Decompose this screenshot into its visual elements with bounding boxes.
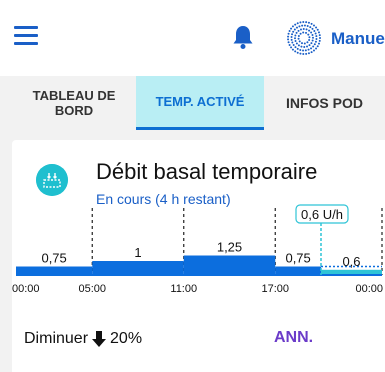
card-title: Débit basal temporaire [96,159,318,184]
arrow-down-icon [92,331,107,347]
x-tick-label: 11:00 [170,283,197,295]
tab-dashboard[interactable]: TABLEAU DE BORD [12,76,136,130]
top-bar: Manuel [0,0,385,76]
adjustment-summary: Diminuer 20% [24,330,142,348]
action-percent: 20% [110,330,143,347]
tab-temp-active[interactable]: TEMP. ACTIVÉ [136,76,264,130]
basal-chart: 0,75 1 1,25 0,75 0,6 0,6 U/h 00:00 05:00 11:00 17… [12,204,383,295]
x-tick-label: 00:00 [355,283,383,295]
basal-bar-0 [16,266,93,275]
bar-value-label: 1 [134,245,141,260]
basal-bar-3 [275,266,321,275]
temp-basal-card: Débit basal temporaire En cours (4 h res… [12,140,385,372]
bell-icon[interactable] [232,24,254,50]
avatar-icon[interactable] [286,20,322,56]
x-tick-label: 17:00 [261,283,289,295]
bar-value-label: 0,75 [285,251,310,266]
cancel-button[interactable]: ANN. [274,329,313,347]
bar-value-label: 0,6 [342,254,360,269]
current-rate-label: 0,6 U/h [301,207,343,222]
tab-pod-info[interactable]: INFOS POD [264,76,385,130]
x-tick-label: 05:00 [78,283,106,295]
bar-value-label: 0,75 [41,251,66,266]
action-text: Diminuer [24,330,89,347]
basal-bar-1 [92,261,184,275]
user-name[interactable]: Manuel [331,29,385,49]
temp-basal-icon [36,164,68,196]
tab-bar: TABLEAU DE BORD TEMP. ACTIVÉ INFOS POD [0,76,385,130]
basal-bar-2 [183,255,276,275]
x-tick-label: 00:00 [12,283,40,295]
bar-value-label: 1,25 [217,240,242,255]
menu-icon[interactable] [14,26,38,46]
